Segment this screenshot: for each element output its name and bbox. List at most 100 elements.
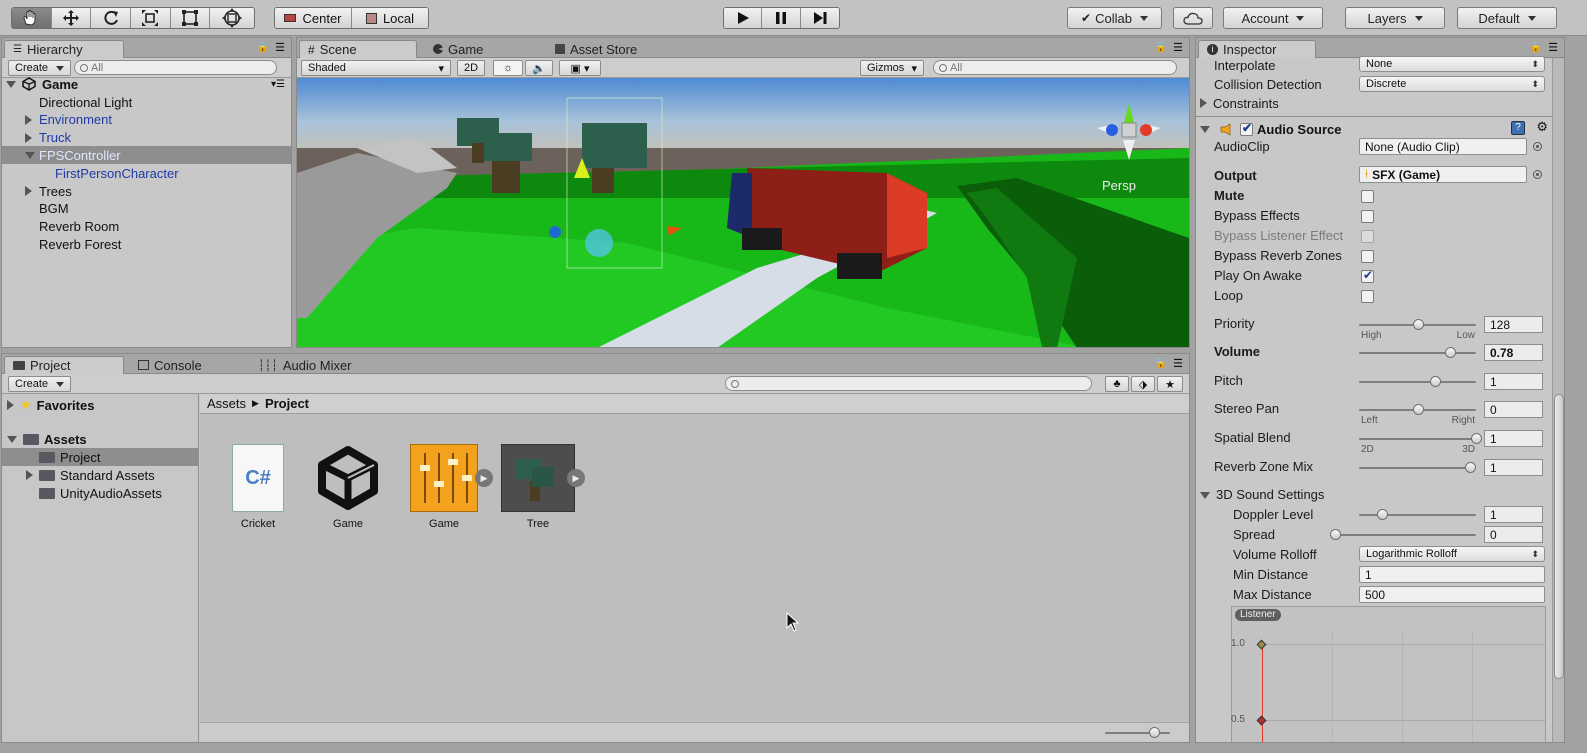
hierarchy-row[interactable]: Reverb Forest [2,235,291,253]
property-checkbox[interactable] [1361,210,1374,223]
help-book-icon[interactable]: ? [1511,121,1525,135]
slider-knob[interactable] [1430,376,1442,387]
component-settings-gear-icon[interactable]: ⚙ [1536,119,1548,135]
tab-asset-store[interactable]: Asset Store [547,40,645,58]
inspector-scrollbar[interactable] [1552,58,1564,742]
slider-value-field[interactable]: 0.78 [1484,344,1543,361]
tab-game[interactable]: Game [425,40,491,58]
tab-console[interactable]: Console [130,356,210,374]
rect-tool-button[interactable] [170,8,211,28]
collision-detection-dropdown[interactable]: Discrete [1359,76,1545,92]
slider-value-field[interactable]: 1 [1484,430,1543,447]
breadcrumb-project[interactable]: Project [265,396,309,411]
slider-knob[interactable] [1445,347,1457,358]
tab-hierarchy[interactable]: ☰ Hierarchy [4,40,124,58]
property-checkbox[interactable] [1361,290,1374,303]
property-slider[interactable] [1359,462,1477,473]
expand-arrow-icon[interactable] [25,151,35,159]
lighting-toggle[interactable]: ☼ [493,60,523,76]
slider-knob[interactable] [1412,404,1424,415]
panel-menu-icon[interactable]: ☰ [275,41,285,54]
slider-knob[interactable] [1471,433,1482,444]
slider-knob[interactable] [1330,529,1341,540]
shading-mode-dropdown[interactable]: Shaded ▾ [301,60,451,76]
audioclip-field[interactable]: None (Audio Clip) [1359,138,1527,155]
project-tree-item[interactable]: ★ Favorites [2,396,198,414]
property-checkbox[interactable] [1361,268,1374,283]
property-checkbox[interactable] [1361,250,1374,263]
audio-source-enabled-checkbox[interactable] [1240,121,1253,136]
expand-arrow-icon[interactable] [26,470,33,480]
expand-arrow-icon[interactable] [25,186,32,196]
step-button[interactable] [800,8,839,28]
object-picker-icon[interactable] [1533,170,1542,179]
hierarchy-row[interactable]: Directional Light [2,93,291,111]
scene-search-input[interactable]: All [933,60,1177,75]
project-tree-item[interactable]: Assets [2,430,198,448]
property-slider[interactable] [1359,347,1476,358]
project-create-button[interactable]: Create [8,376,72,392]
volume-rolloff-dropdown[interactable]: Logarithmic Rolloff [1359,546,1545,562]
hierarchy-row[interactable]: Truck [2,129,291,147]
scene-menu-icon[interactable]: ▾☰ [271,79,285,90]
curve-key-icon[interactable] [1256,715,1267,726]
interpolate-dropdown[interactable]: None [1359,56,1545,72]
slider-value-field[interactable]: 128 [1484,316,1543,333]
curve-key-icon[interactable] [1256,639,1267,650]
transform-tool-button[interactable] [210,8,254,28]
hand-tool-button[interactable] [12,8,52,28]
min-distance-field[interactable]: 1 [1359,566,1545,583]
expand-arrow-icon[interactable] [1200,125,1210,133]
scene-viewport[interactable]: Persp [297,78,1189,348]
project-tree-item[interactable]: Project [2,448,198,466]
slider-value-field[interactable]: 1 [1484,459,1543,476]
asset-tile[interactable]: C# Cricket [212,444,304,530]
slider-value-field[interactable]: 1 [1484,373,1543,390]
scene-root-row[interactable]: Game ▾☰ [2,75,291,93]
audio-toggle[interactable]: 🔈 [525,60,553,76]
property-slider[interactable] [1359,376,1476,387]
asset-tile[interactable]: Game [302,444,394,530]
tab-audio-mixer[interactable]: ┆┆┆ Audio Mixer [250,356,360,374]
persp-label[interactable]: Persp [1102,178,1136,193]
rolloff-graph[interactable]: Listener 1.0 0.5 [1231,606,1546,742]
hierarchy-search-input[interactable]: All [74,60,277,75]
hierarchy-row[interactable]: FirstPersonCharacter [2,164,291,182]
output-field[interactable]: ⍿ SFX (Game) [1359,166,1527,183]
constraints-foldout[interactable]: Constraints [1200,96,1279,111]
slider-value-field[interactable]: 0 [1484,401,1543,418]
object-picker-icon[interactable] [1533,142,1542,151]
collab-dropdown[interactable]: ✔ Collab [1067,7,1162,29]
slider-knob[interactable] [1377,509,1389,520]
panel-menu-icon[interactable]: ☰ [1173,41,1183,54]
pivot-center-button[interactable]: Center [275,8,352,28]
expand-prefab-icon[interactable]: ▶ [475,469,493,487]
inspector-scrollbar-thumb[interactable] [1554,394,1564,679]
expand-arrow-icon[interactable] [25,132,32,143]
tab-inspector[interactable]: i Inspector [1198,40,1316,58]
property-slider[interactable] [1359,319,1476,330]
property-checkbox[interactable] [1361,190,1374,203]
filter-by-type-button[interactable]: ♣ [1105,376,1129,392]
tab-project[interactable]: Project [4,356,124,374]
breadcrumb-assets[interactable]: Assets [207,396,246,411]
property-slider[interactable] [1359,404,1476,415]
project-tree-item[interactable]: Standard Assets [2,466,198,484]
spread-slider[interactable] [1330,529,1476,540]
doppler-level-field[interactable]: 1 [1484,506,1543,523]
hierarchy-row[interactable]: Reverb Room [2,218,291,236]
hierarchy-row[interactable]: BGM [2,200,291,218]
tab-scene[interactable]: # Scene [299,40,417,58]
rotate-tool-button[interactable] [91,8,132,28]
scale-tool-button[interactable] [131,8,171,28]
slider-knob[interactable] [1412,319,1424,330]
max-distance-field[interactable]: 500 [1359,586,1545,603]
expand-prefab-icon[interactable]: ▶ [567,469,585,487]
project-tree-item[interactable]: UnityAudioAssets [2,484,198,502]
account-dropdown[interactable]: Account [1223,7,1323,29]
panel-menu-icon[interactable]: ☰ [1548,41,1558,54]
asset-tile[interactable]: ▶ Tree [492,444,585,530]
move-tool-button[interactable] [51,8,92,28]
effects-dropdown[interactable]: ▣ ▾ [559,60,601,76]
hierarchy-row[interactable]: Environment [2,111,291,129]
